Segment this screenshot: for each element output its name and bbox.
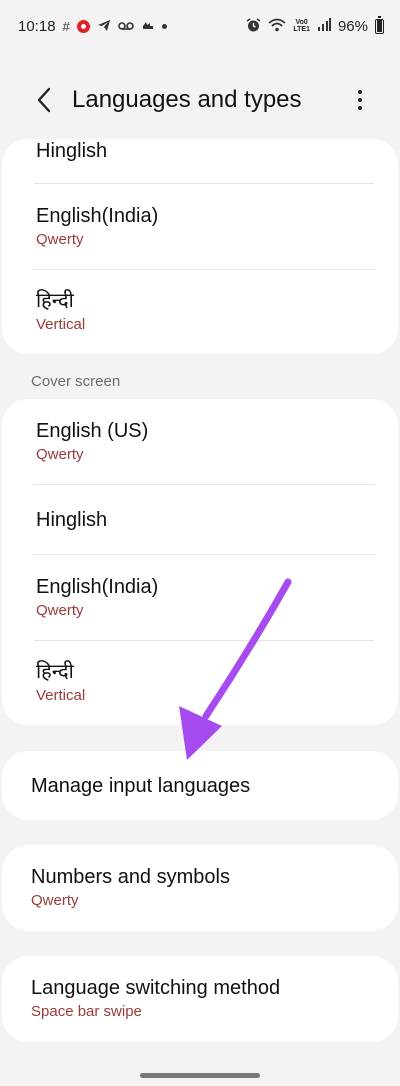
language-switching-label: Language switching method	[31, 977, 281, 999]
language-item[interactable]: हिन्दी Vertical	[2, 641, 398, 725]
notification-app-icon	[76, 19, 90, 33]
wifi-icon	[268, 18, 286, 34]
more-notifications-dot	[161, 23, 167, 29]
alarm-icon	[246, 17, 261, 35]
home-indicator[interactable]	[140, 1073, 260, 1078]
language-name: English(India)	[36, 575, 159, 598]
keyboard-layout: Qwerty	[36, 601, 84, 619]
keyboard-layout: Qwerty	[36, 445, 84, 463]
language-item[interactable]: English (US) Qwerty	[2, 399, 398, 484]
more-vert-icon-dot	[358, 90, 362, 94]
keyboard-layout: Vertical	[36, 316, 86, 333]
cloud-icon	[141, 19, 155, 33]
status-bar: 10:18 # Vo0 LTE1 96%	[0, 0, 400, 52]
signal-icon	[317, 18, 331, 34]
numbers-and-symbols-value: Qwerty	[31, 892, 79, 909]
main-languages-card: Hinglish English(India) Qwerty हिन्दी Ve…	[2, 139, 398, 354]
chevron-left-icon	[37, 87, 51, 113]
volte-indicator: Vo0 LTE1	[293, 19, 310, 33]
language-name: Hinglish	[36, 140, 108, 162]
keyboard-layout: Qwerty	[36, 230, 84, 248]
language-item[interactable]: Hinglish	[2, 485, 398, 554]
status-time: 10:18	[18, 17, 56, 35]
language-name: English(India)	[36, 204, 159, 227]
language-item[interactable]: Hinglish	[2, 139, 398, 183]
numbers-and-symbols-label: Numbers and symbols	[31, 866, 230, 888]
keyboard-layout: Vertical	[36, 687, 86, 704]
more-vert-icon-dot	[358, 98, 362, 102]
language-name: English (US)	[36, 419, 149, 442]
voicemail-icon	[117, 20, 134, 33]
more-vert-icon-dot	[358, 106, 362, 110]
page-title: Languages and types	[72, 86, 302, 113]
status-right: Vo0 LTE1 96%	[246, 15, 384, 35]
back-button[interactable]	[22, 78, 66, 122]
language-item[interactable]: English(India) Qwerty	[2, 555, 398, 640]
language-name: हिन्दी	[36, 661, 74, 683]
numbers-and-symbols-card: Numbers and symbols Qwerty	[2, 845, 398, 931]
language-switching-button[interactable]: Language switching method Space bar swip…	[2, 956, 398, 1042]
language-item[interactable]: English(India) Qwerty	[2, 184, 398, 269]
section-label-cover-screen: Cover screen	[31, 373, 121, 390]
language-name: Hinglish	[36, 508, 108, 531]
battery-icon	[375, 15, 384, 34]
slack-icon: #	[62, 18, 70, 34]
manage-input-languages-label: Manage input languages	[31, 774, 251, 797]
language-name: हिन्दी	[36, 290, 74, 312]
app-bar: Languages and types	[0, 78, 400, 122]
language-switching-card: Language switching method Space bar swip…	[2, 956, 398, 1042]
more-options-button[interactable]	[350, 82, 370, 118]
numbers-and-symbols-button[interactable]: Numbers and symbols Qwerty	[2, 845, 398, 931]
language-item[interactable]: हिन्दी Vertical	[2, 270, 398, 354]
cover-screen-languages-card: English (US) Qwerty Hinglish English(Ind…	[2, 399, 398, 725]
telegram-icon	[97, 19, 111, 34]
manage-input-languages-button[interactable]: Manage input languages	[2, 751, 398, 820]
status-left: 10:18 #	[18, 18, 167, 35]
battery-percent: 96%	[337, 17, 368, 35]
manage-input-languages-card: Manage input languages	[2, 751, 398, 820]
language-switching-value: Space bar swipe	[31, 1003, 142, 1020]
